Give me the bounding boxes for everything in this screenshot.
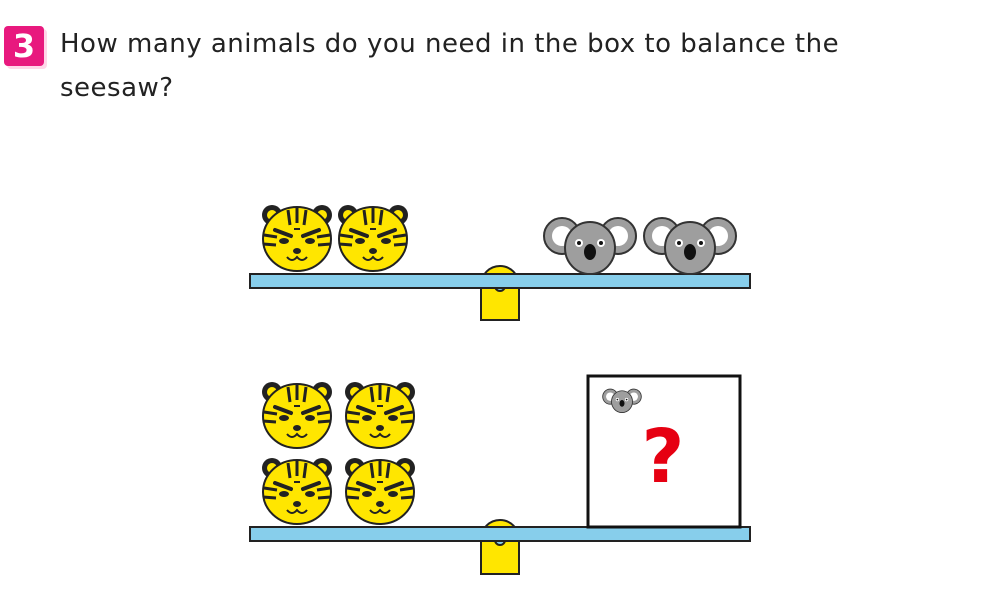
koala-icon [543,217,637,275]
tiger-icon [343,380,417,450]
tiger-icon [336,203,410,273]
top-seesaw [249,203,751,321]
bottom-seesaw: ? [249,374,751,575]
tiger-icon [260,456,334,526]
seesaw-illustration: ? [249,203,751,575]
tiger-icon [343,456,417,526]
tiger-icon [260,203,334,273]
question-mark: ? [642,414,685,500]
koala-icon [643,217,737,275]
bottom-beam [249,526,751,542]
tiger-icon [260,380,334,450]
